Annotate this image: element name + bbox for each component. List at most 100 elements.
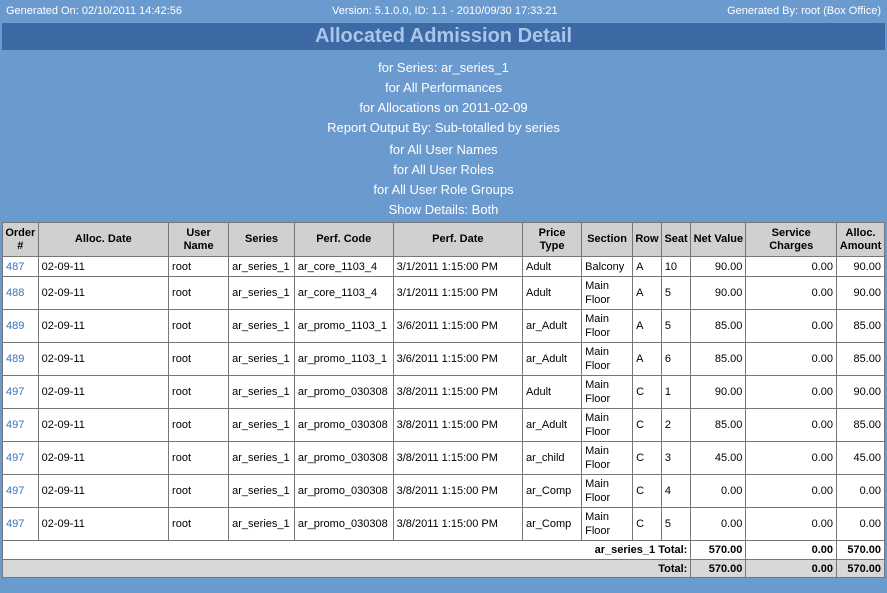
order-link[interactable]: 497: [6, 386, 24, 398]
cell-perf-code: ar_promo_1103_1: [294, 343, 393, 375]
table-row: 497 02-09-11 root ar_series_1 ar_promo_03030…: [3, 508, 884, 540]
table-header-row: Order # Alloc. Date User Name Series Per…: [3, 223, 884, 256]
col-price-type: Price Type: [523, 223, 582, 256]
cell-net-value: 85.00: [691, 409, 746, 441]
allocation-detail-table: Order # Alloc. Date User Name Series Per…: [2, 222, 885, 578]
generated-by-text: Generated By: root (Box Office): [727, 5, 881, 17]
table-row: 497 02-09-11 root ar_series_1 ar_promo_03030…: [3, 475, 884, 507]
cell-series: ar_series_1: [229, 277, 294, 309]
cell-service-charges: 0.00: [746, 277, 837, 309]
cell-section: Main Floor: [582, 508, 633, 540]
cell-alloc-date: 02-09-11: [38, 508, 169, 540]
cell-perf-date: 3/1/2011 1:15:00 PM: [393, 277, 523, 309]
cell-net-value: 85.00: [691, 310, 746, 342]
cell-net-value: 0.00: [691, 508, 746, 540]
order-link[interactable]: 488: [6, 287, 24, 299]
param-user-roles: for All User Roles: [393, 162, 494, 177]
table-row: 489 02-09-11 root ar_series_1 ar_promo_1103_…: [3, 310, 884, 342]
order-link[interactable]: 489: [6, 353, 24, 365]
table-row: 497 02-09-11 root ar_series_1 ar_promo_03030…: [3, 409, 884, 441]
cell-seat: 10: [661, 257, 691, 276]
cell-row: C: [633, 376, 661, 408]
cell-alloc-date: 02-09-11: [38, 475, 169, 507]
cell-order-number: 489: [3, 310, 38, 342]
cell-alloc-amount: 85.00: [837, 409, 884, 441]
param-show-details: Show Details: Both: [388, 202, 499, 217]
col-section: Section: [582, 223, 633, 256]
generated-on-text: Generated On: 02/10/2011 14:42:56: [6, 5, 182, 17]
col-series: Series: [229, 223, 294, 256]
cell-price-type: ar_Adult: [523, 310, 582, 342]
cell-net-value: 90.00: [691, 257, 746, 276]
cell-series: ar_series_1: [229, 508, 294, 540]
cell-user-name: root: [169, 343, 229, 375]
cell-order-number: 497: [3, 508, 38, 540]
cell-section: Main Floor: [582, 376, 633, 408]
col-alloc-date: Alloc. Date: [38, 223, 169, 256]
cell-alloc-amount: 85.00: [837, 310, 884, 342]
cell-alloc-date: 02-09-11: [38, 376, 169, 408]
cell-service-charges: 0.00: [746, 376, 837, 408]
cell-seat: 6: [661, 343, 691, 375]
total-label: Total:: [3, 560, 691, 577]
cell-perf-date: 3/8/2011 1:15:00 PM: [393, 508, 523, 540]
cell-service-charges: 0.00: [746, 257, 837, 276]
cell-alloc-amount: 90.00: [837, 257, 884, 276]
cell-price-type: Adult: [523, 376, 582, 408]
param-user-role-groups: for All User Role Groups: [373, 182, 514, 197]
table-row: 497 02-09-11 root ar_series_1 ar_promo_03030…: [3, 442, 884, 474]
cell-price-type: Adult: [523, 277, 582, 309]
cell-alloc-date: 02-09-11: [38, 409, 169, 441]
cell-section: Main Floor: [582, 475, 633, 507]
cell-net-value: 45.00: [691, 442, 746, 474]
order-link[interactable]: 497: [6, 419, 24, 431]
cell-service-charges: 0.00: [746, 343, 837, 375]
cell-alloc-date: 02-09-11: [38, 442, 169, 474]
cell-net-value: 85.00: [691, 343, 746, 375]
cell-perf-date: 3/8/2011 1:15:00 PM: [393, 442, 523, 474]
param-allocation-date: for Allocations on 2011-02-09: [359, 100, 528, 115]
cell-user-name: root: [169, 442, 229, 474]
report-title: Allocated Admission Detail: [2, 23, 885, 50]
cell-perf-code: ar_promo_030308: [294, 376, 393, 408]
col-net-value: Net Value: [691, 223, 746, 256]
cell-alloc-amount: 0.00: [837, 475, 884, 507]
param-performances: for All Performances: [384, 80, 503, 95]
cell-perf-code: ar_promo_030308: [294, 442, 393, 474]
order-link[interactable]: 497: [6, 518, 24, 530]
cell-seat: 4: [661, 475, 691, 507]
report-parameters: for Series: ar_series_1 for All Performa…: [0, 58, 887, 220]
cell-row: C: [633, 442, 661, 474]
cell-row: C: [633, 409, 661, 441]
cell-seat: 5: [661, 277, 691, 309]
cell-price-type: ar_Comp: [523, 475, 582, 507]
table-row: 489 02-09-11 root ar_series_1 ar_promo_1103_…: [3, 343, 884, 375]
cell-series: ar_series_1: [229, 376, 294, 408]
cell-section: Balcony: [582, 257, 633, 276]
cell-service-charges: 0.00: [746, 409, 837, 441]
cell-user-name: root: [169, 508, 229, 540]
order-link[interactable]: 497: [6, 485, 24, 497]
total-service-charges: 0.00: [746, 560, 837, 577]
cell-alloc-amount: 85.00: [837, 343, 884, 375]
cell-user-name: root: [169, 310, 229, 342]
cell-series: ar_series_1: [229, 409, 294, 441]
cell-row: C: [633, 508, 661, 540]
cell-series: ar_series_1: [229, 310, 294, 342]
cell-seat: 2: [661, 409, 691, 441]
order-link[interactable]: 497: [6, 452, 24, 464]
cell-user-name: root: [169, 277, 229, 309]
cell-perf-date: 3/6/2011 1:15:00 PM: [393, 310, 523, 342]
cell-seat: 3: [661, 442, 691, 474]
table-row: 497 02-09-11 root ar_series_1 ar_promo_03030…: [3, 376, 884, 408]
col-user-name: User Name: [169, 223, 229, 256]
col-row: Row: [633, 223, 661, 256]
order-link[interactable]: 489: [6, 320, 24, 332]
subtotal-net-value: 570.00: [691, 541, 746, 559]
cell-service-charges: 0.00: [746, 475, 837, 507]
order-link[interactable]: 487: [6, 261, 24, 273]
cell-price-type: ar_child: [523, 442, 582, 474]
cell-price-type: ar_Comp: [523, 508, 582, 540]
cell-seat: 5: [661, 508, 691, 540]
grand-total-row: Total: 570.00 0.00 570.00: [3, 560, 884, 577]
